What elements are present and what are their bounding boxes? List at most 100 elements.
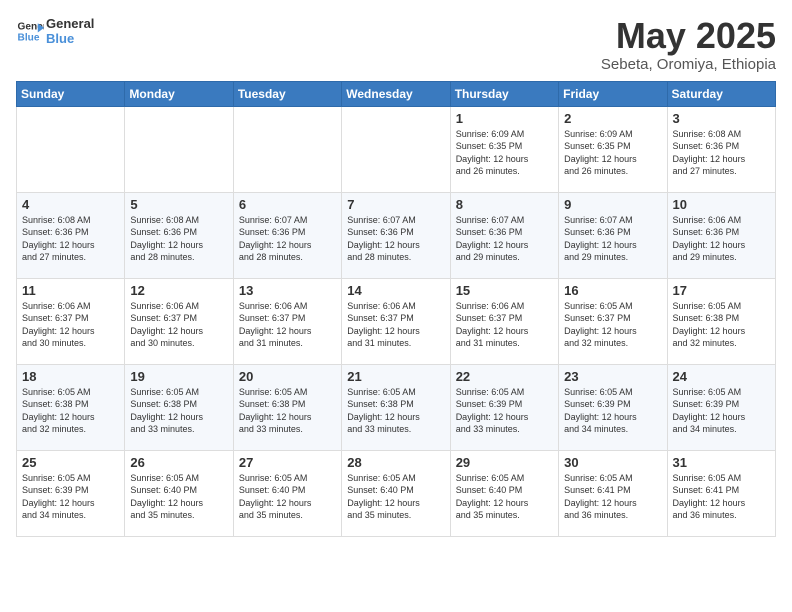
day-info: Sunrise: 6:08 AM Sunset: 6:36 PM Dayligh… — [22, 214, 119, 264]
calendar-cell — [233, 106, 341, 192]
day-number: 30 — [564, 455, 661, 470]
calendar-cell: 21Sunrise: 6:05 AM Sunset: 6:38 PM Dayli… — [342, 364, 450, 450]
day-info: Sunrise: 6:05 AM Sunset: 6:38 PM Dayligh… — [239, 386, 336, 436]
calendar-cell: 19 Sunrise: 6:05 AM Sunset: 6:38 PM Dayli… — [125, 364, 233, 450]
day-info: Sunrise: 6:05 AM Sunset: 6:37 PM Dayligh… — [564, 300, 661, 350]
day-info: Sunrise: 6:05 AM Sunset: 6:39 PM Dayligh… — [22, 472, 119, 522]
day-number: 24 — [673, 369, 770, 384]
calendar-cell: 26 Sunrise: 6:05 AM Sunset: 6:40 PM Dayli… — [125, 450, 233, 536]
day-number: 14 — [347, 283, 444, 298]
calendar-cell: 11 Sunrise: 6:06 AM Sunset: 6:37 PM Dayli… — [17, 278, 125, 364]
day-number: 12 — [130, 283, 227, 298]
day-number: 5 — [130, 197, 227, 212]
day-number: 25 — [22, 455, 119, 470]
calendar-cell: 24 Sunrise: 6:05 AM Sunset: 6:39 PM Dayli… — [667, 364, 775, 450]
day-info: Sunrise: 6:05 AM Sunset: 6:38 PM Dayligh… — [347, 386, 444, 436]
day-info: Sunrise: 6:05 AM Sunset: 6:38 PM Dayligh… — [130, 386, 227, 436]
day-number: 10 — [673, 197, 770, 212]
day-info: Sunrise: 6:05 AM Sunset: 6:40 PM Dayligh… — [456, 472, 553, 522]
day-number: 19 — [130, 369, 227, 384]
day-info: Sunrise: 6:06 AM Sunset: 6:37 PM Dayligh… — [239, 300, 336, 350]
calendar-cell: 12 Sunrise: 6:06 AM Sunset: 6:37 PM Dayli… — [125, 278, 233, 364]
calendar-cell: 8 Sunrise: 6:07 AM Sunset: 6:36 PM Daylig… — [450, 192, 558, 278]
calendar-header-row: SundayMondayTuesdayWednesdayThursdayFrid… — [17, 81, 776, 106]
day-number: 15 — [456, 283, 553, 298]
day-info: Sunrise: 6:06 AM Sunset: 6:36 PM Dayligh… — [673, 214, 770, 264]
calendar-cell: 22 Sunrise: 6:05 AM Sunset: 6:39 PM Dayli… — [450, 364, 558, 450]
day-number: 11 — [22, 283, 119, 298]
title-section: May 2025 Sebeta, Oromiya, Ethiopia — [601, 16, 776, 73]
day-info: Sunrise: 6:08 AM Sunset: 6:36 PM Dayligh… — [130, 214, 227, 264]
day-header-monday: Monday — [125, 81, 233, 106]
calendar-cell — [17, 106, 125, 192]
location: Sebeta, Oromiya, Ethiopia — [601, 56, 776, 73]
calendar-cell: 14 Sunrise: 6:06 AM Sunset: 6:37 PM Dayli… — [342, 278, 450, 364]
day-info: Sunrise: 6:09 AM Sunset: 6:35 PM Dayligh… — [456, 128, 553, 178]
day-number: 22 — [456, 369, 553, 384]
day-info: Sunrise: 6:07 AM Sunset: 6:36 PM Dayligh… — [239, 214, 336, 264]
day-header-thursday: Thursday — [450, 81, 558, 106]
day-number: 28 — [347, 455, 444, 470]
calendar-cell: 1Sunrise: 6:09 AM Sunset: 6:35 PM Daylig… — [450, 106, 558, 192]
day-info: Sunrise: 6:07 AM Sunset: 6:36 PM Dayligh… — [564, 214, 661, 264]
day-info: Sunrise: 6:06 AM Sunset: 6:37 PM Dayligh… — [347, 300, 444, 350]
day-info: Sunrise: 6:07 AM Sunset: 6:36 PM Dayligh… — [347, 214, 444, 264]
calendar-cell: 18Sunrise: 6:05 AM Sunset: 6:38 PM Dayli… — [17, 364, 125, 450]
day-number: 7 — [347, 197, 444, 212]
calendar-week-1: 1Sunrise: 6:09 AM Sunset: 6:35 PM Daylig… — [17, 106, 776, 192]
calendar-cell: 28 Sunrise: 6:05 AM Sunset: 6:40 PM Dayli… — [342, 450, 450, 536]
day-number: 26 — [130, 455, 227, 470]
logo: General Blue General Blue — [16, 16, 94, 46]
day-info: Sunrise: 6:06 AM Sunset: 6:37 PM Dayligh… — [22, 300, 119, 350]
day-info: Sunrise: 6:05 AM Sunset: 6:40 PM Dayligh… — [347, 472, 444, 522]
calendar-cell — [125, 106, 233, 192]
calendar-cell: 15 Sunrise: 6:06 AM Sunset: 6:37 PM Dayli… — [450, 278, 558, 364]
logo-icon: General Blue — [16, 17, 44, 45]
day-info: Sunrise: 6:06 AM Sunset: 6:37 PM Dayligh… — [456, 300, 553, 350]
day-number: 16 — [564, 283, 661, 298]
calendar-cell: 7 Sunrise: 6:07 AM Sunset: 6:36 PM Daylig… — [342, 192, 450, 278]
day-number: 27 — [239, 455, 336, 470]
calendar-week-3: 11 Sunrise: 6:06 AM Sunset: 6:37 PM Dayli… — [17, 278, 776, 364]
day-number: 2 — [564, 111, 661, 126]
day-number: 8 — [456, 197, 553, 212]
day-header-wednesday: Wednesday — [342, 81, 450, 106]
day-header-friday: Friday — [559, 81, 667, 106]
day-info: Sunrise: 6:05 AM Sunset: 6:40 PM Dayligh… — [130, 472, 227, 522]
day-info: Sunrise: 6:05 AM Sunset: 6:38 PM Dayligh… — [673, 300, 770, 350]
day-info: Sunrise: 6:09 AM Sunset: 6:35 PM Dayligh… — [564, 128, 661, 178]
calendar-cell: 29 Sunrise: 6:05 AM Sunset: 6:40 PM Dayli… — [450, 450, 558, 536]
day-number: 3 — [673, 111, 770, 126]
day-header-sunday: Sunday — [17, 81, 125, 106]
day-number: 13 — [239, 283, 336, 298]
day-number: 29 — [456, 455, 553, 470]
day-info: Sunrise: 6:05 AM Sunset: 6:39 PM Dayligh… — [673, 386, 770, 436]
day-number: 17 — [673, 283, 770, 298]
calendar-cell: 6 Sunrise: 6:07 AM Sunset: 6:36 PM Daylig… — [233, 192, 341, 278]
day-info: Sunrise: 6:05 AM Sunset: 6:39 PM Dayligh… — [564, 386, 661, 436]
day-number: 31 — [673, 455, 770, 470]
calendar-cell: 4Sunrise: 6:08 AM Sunset: 6:36 PM Daylig… — [17, 192, 125, 278]
calendar-week-2: 4Sunrise: 6:08 AM Sunset: 6:36 PM Daylig… — [17, 192, 776, 278]
day-info: Sunrise: 6:05 AM Sunset: 6:38 PM Dayligh… — [22, 386, 119, 436]
calendar-cell — [342, 106, 450, 192]
calendar-table: SundayMondayTuesdayWednesdayThursdayFrid… — [16, 81, 776, 537]
day-info: Sunrise: 6:06 AM Sunset: 6:37 PM Dayligh… — [130, 300, 227, 350]
page-header: General Blue General Blue May 2025 Sebet… — [16, 16, 776, 73]
day-number: 6 — [239, 197, 336, 212]
day-number: 20 — [239, 369, 336, 384]
calendar-cell: 13 Sunrise: 6:06 AM Sunset: 6:37 PM Dayli… — [233, 278, 341, 364]
day-number: 23 — [564, 369, 661, 384]
calendar-cell: 3 Sunrise: 6:08 AM Sunset: 6:36 PM Daylig… — [667, 106, 775, 192]
day-info: Sunrise: 6:08 AM Sunset: 6:36 PM Dayligh… — [673, 128, 770, 178]
day-info: Sunrise: 6:07 AM Sunset: 6:36 PM Dayligh… — [456, 214, 553, 264]
calendar-week-5: 25 Sunrise: 6:05 AM Sunset: 6:39 PM Dayli… — [17, 450, 776, 536]
svg-text:Blue: Blue — [18, 32, 40, 43]
calendar-cell: 17 Sunrise: 6:05 AM Sunset: 6:38 PM Dayli… — [667, 278, 775, 364]
logo-line2: Blue — [46, 31, 94, 46]
day-info: Sunrise: 6:05 AM Sunset: 6:39 PM Dayligh… — [456, 386, 553, 436]
calendar-cell: 30Sunrise: 6:05 AM Sunset: 6:41 PM Dayli… — [559, 450, 667, 536]
calendar-cell: 23 Sunrise: 6:05 AM Sunset: 6:39 PM Dayli… — [559, 364, 667, 450]
day-info: Sunrise: 6:05 AM Sunset: 6:41 PM Dayligh… — [673, 472, 770, 522]
calendar-cell: 16 Sunrise: 6:05 AM Sunset: 6:37 PM Dayli… — [559, 278, 667, 364]
